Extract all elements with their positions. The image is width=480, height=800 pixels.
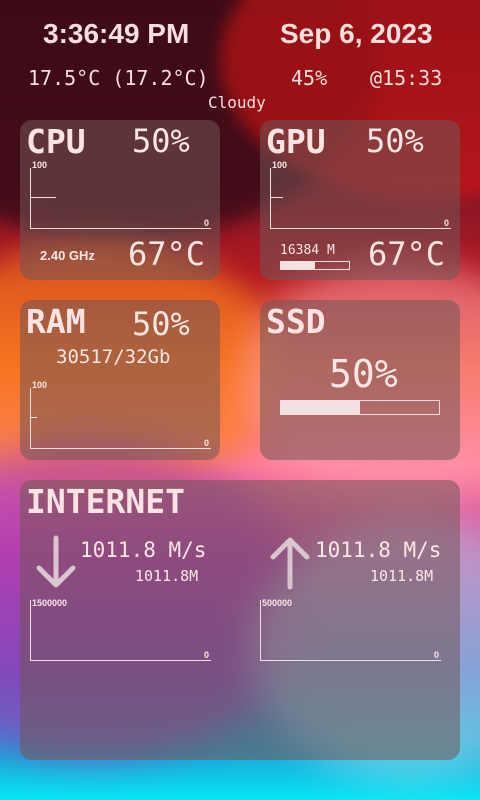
gpu-memory-bar: [280, 261, 350, 270]
upload-graph: 500000 0: [260, 598, 441, 661]
internet-title: INTERNET: [26, 482, 185, 521]
upload-total: 1011.8M: [370, 567, 434, 585]
cpu-graph: 100 0: [30, 160, 211, 229]
clock-time: 3:36:49 PM: [43, 18, 190, 49]
upload-speed: 1011.8 M/s: [315, 538, 442, 562]
gpu-graph-min: 0: [443, 218, 449, 228]
cpu-graph-level: [31, 197, 56, 198]
arrow-up-icon: [270, 537, 310, 590]
gpu-temperature: 67°C: [368, 235, 446, 273]
gpu-usage: 50%: [366, 122, 424, 160]
weather-temperature: 17.5°C (17.2°C): [28, 66, 209, 90]
upload-graph-max: 500000: [262, 598, 293, 608]
cpu-frequency: 2.40 GHz: [40, 248, 95, 263]
download-speed: 1011.8 M/s: [80, 538, 207, 562]
ram-card: RAM 50% 30517/32Gb 100 0: [20, 300, 220, 460]
cpu-graph-min: 0: [203, 218, 209, 228]
ssd-card: SSD 50%: [260, 300, 460, 460]
ssd-usage-bar-fill: [281, 401, 360, 414]
gpu-memory-bar-fill: [281, 262, 315, 269]
cpu-card: CPU 50% 100 0 2.40 GHz 67°C: [20, 120, 220, 280]
download-graph-min: 0: [203, 650, 209, 660]
clock-date: Sep 6, 2023: [280, 18, 433, 49]
cpu-temperature: 67°C: [128, 235, 206, 273]
ssd-usage-bar: [280, 400, 440, 415]
gpu-graph-level: [271, 197, 283, 198]
internet-card: INTERNET 1011.8 M/s 1011.8M 1011.8 M/s 1…: [20, 480, 460, 760]
cpu-graph-max: 100: [32, 160, 48, 170]
ram-graph-max: 100: [32, 380, 48, 390]
weather-updated-time: @15:33: [370, 66, 443, 90]
cpu-usage: 50%: [132, 122, 190, 160]
download-total: 1011.8M: [135, 567, 199, 585]
ram-graph-min: 0: [203, 438, 209, 448]
ram-usage: 50%: [132, 305, 190, 343]
ram-amount: 30517/32Gb: [56, 346, 171, 368]
gpu-title: GPU: [266, 122, 326, 161]
upload-graph-min: 0: [433, 650, 439, 660]
gpu-graph: 100 0: [270, 160, 451, 229]
gpu-card: GPU 50% 100 0 16384 M 67°C: [260, 120, 460, 280]
ram-graph: 100 0: [30, 380, 211, 449]
ram-graph-level: [31, 417, 37, 418]
download-graph-max: 1500000: [32, 598, 68, 608]
ram-title: RAM: [26, 302, 86, 341]
weather-humidity: 45%: [291, 66, 328, 90]
gpu-memory: 16384 M: [280, 243, 335, 258]
gpu-graph-max: 100: [272, 160, 288, 170]
weather-condition: Cloudy: [208, 93, 266, 112]
download-graph: 1500000 0: [30, 598, 211, 661]
ssd-title: SSD: [266, 302, 326, 341]
cpu-title: CPU: [26, 122, 86, 161]
arrow-down-icon: [36, 535, 76, 588]
ssd-usage: 50%: [329, 352, 398, 396]
